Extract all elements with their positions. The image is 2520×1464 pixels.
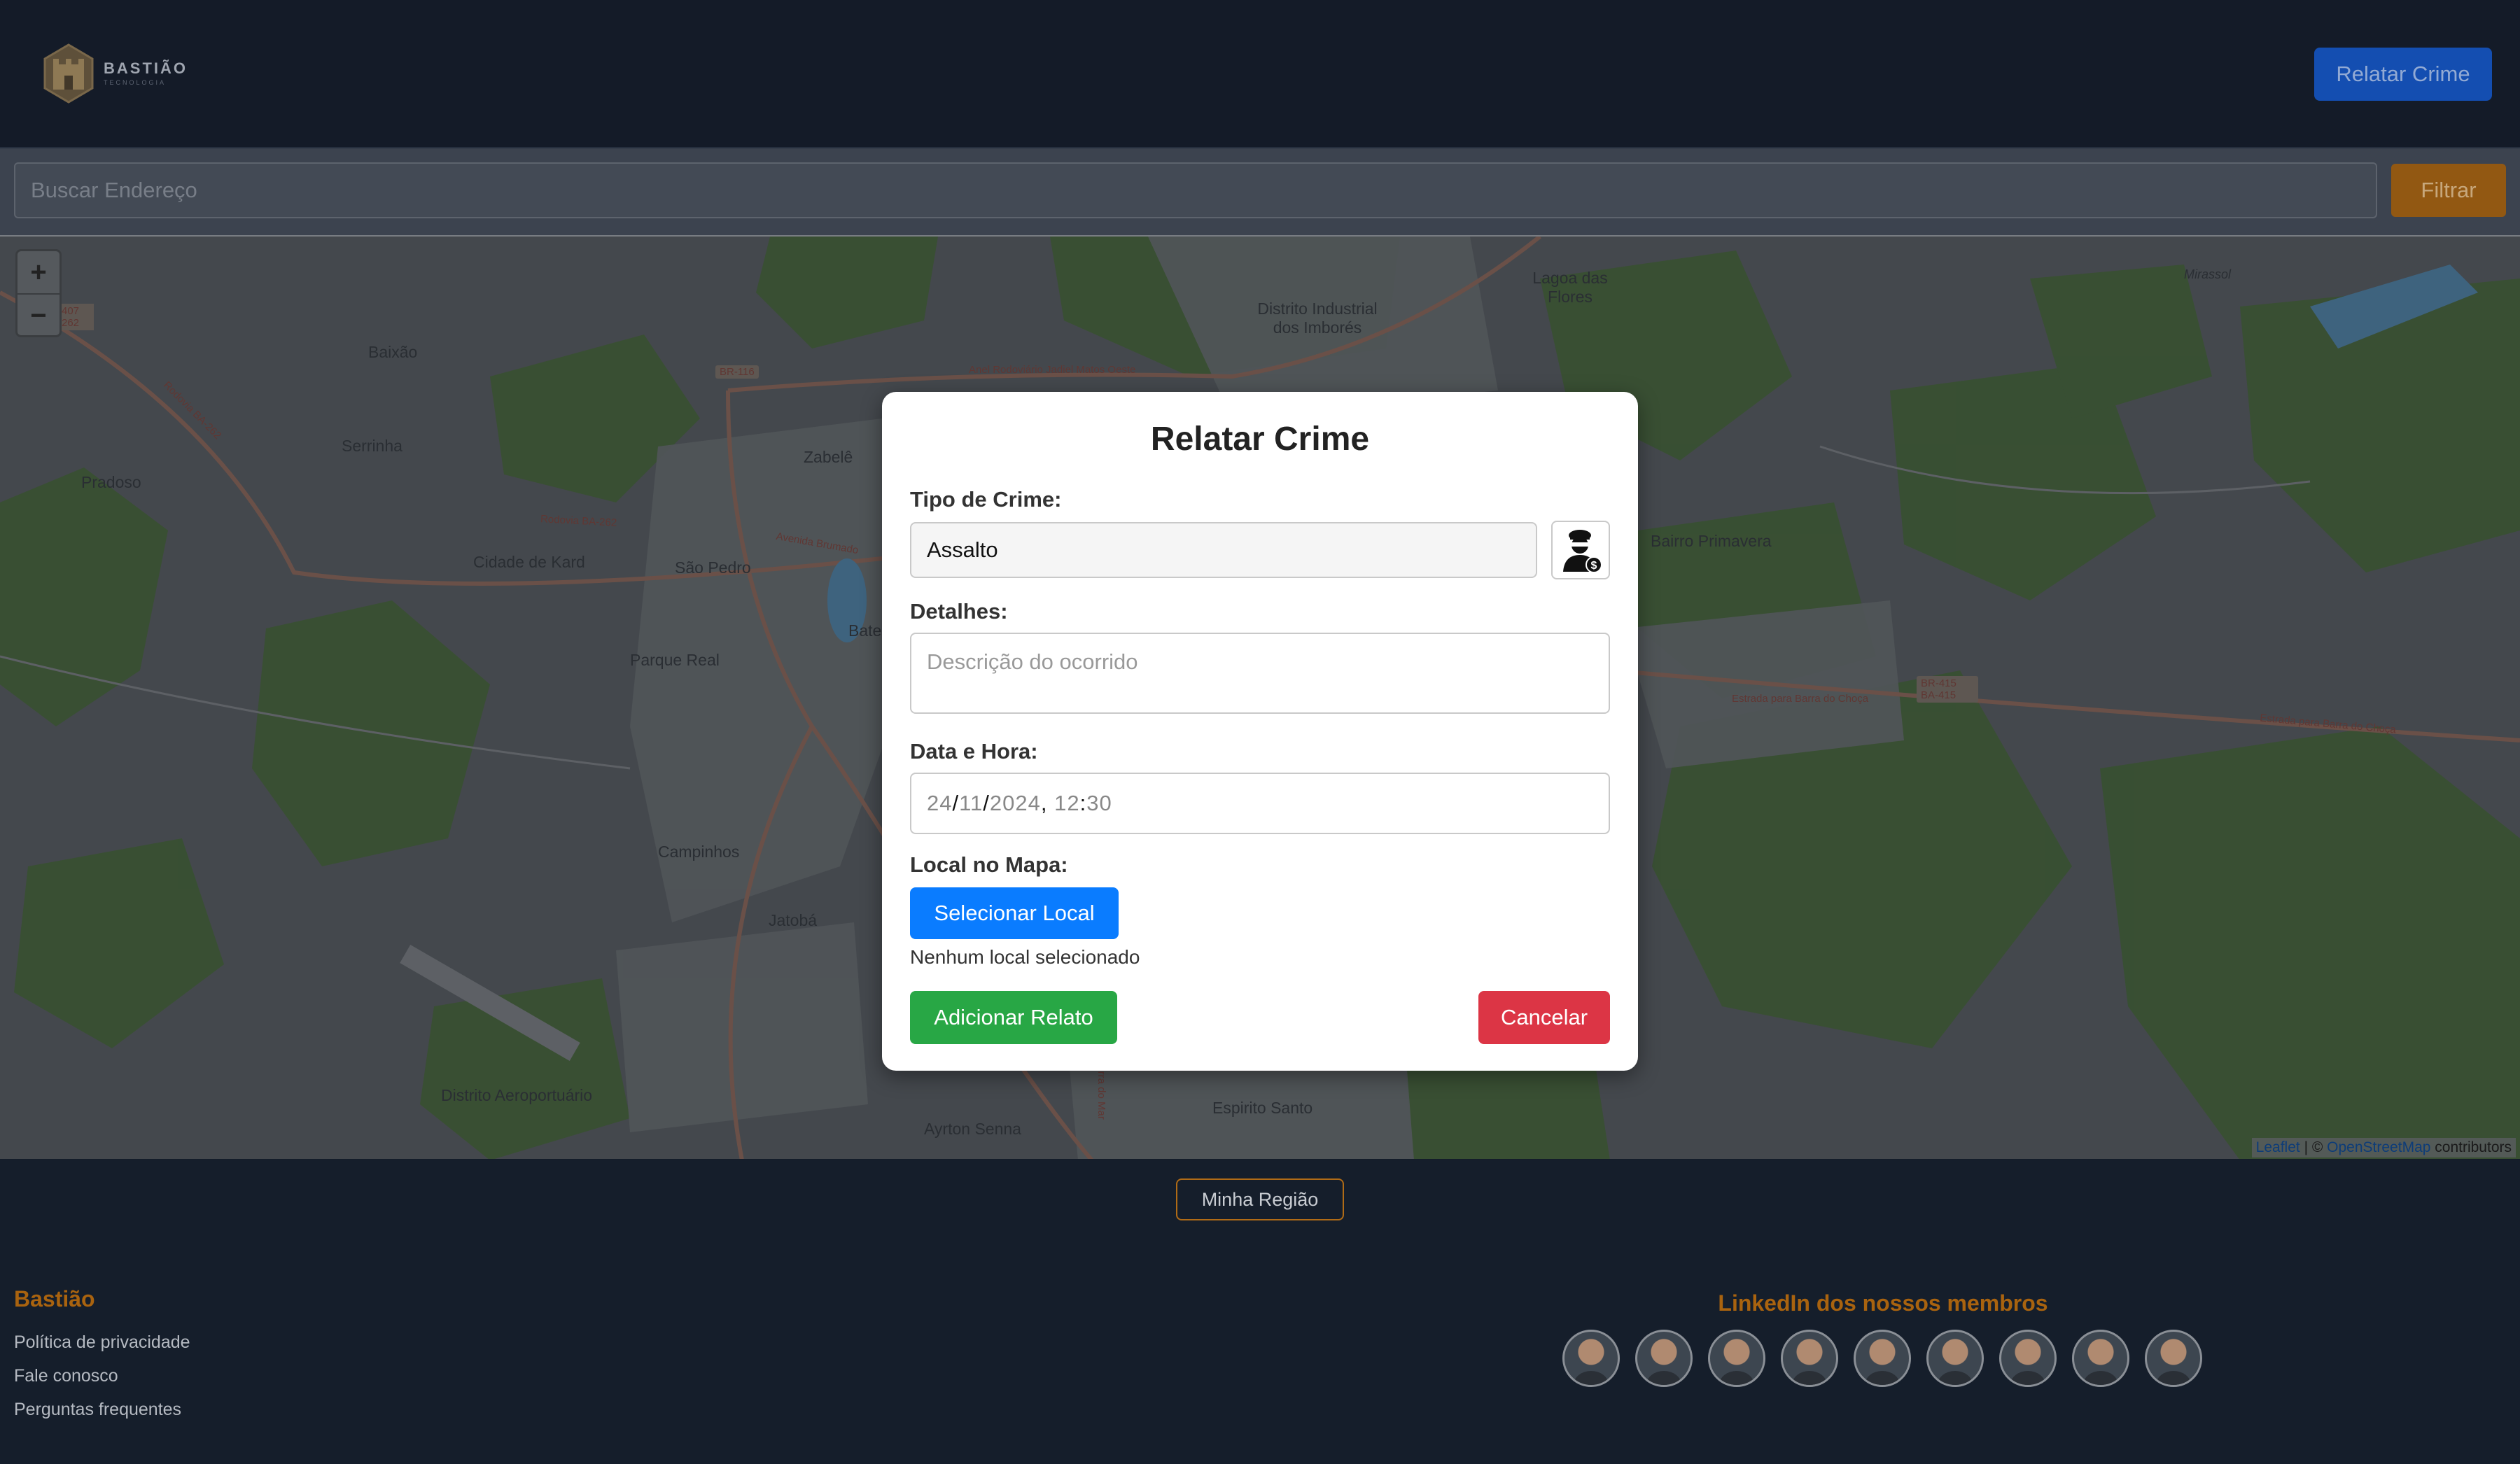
datetime-year: 2024 [989, 791, 1041, 815]
datetime-hour: 12 [1054, 791, 1080, 815]
member-avatar[interactable] [1635, 1330, 1693, 1387]
datetime-minute: 30 [1086, 791, 1112, 815]
modal-title: Relatar Crime [1150, 421, 1370, 458]
location-label: Local no Mapa: [910, 852, 1068, 877]
leaflet-link[interactable]: Leaflet [2256, 1139, 2300, 1155]
member-avatar[interactable] [2072, 1330, 2129, 1387]
osm-link[interactable]: OpenStreetMap [2327, 1139, 2430, 1155]
footer: Minha Região Bastião Política de privaci… [0, 1160, 2520, 1464]
crime-type-select[interactable]: Assalto [910, 522, 1537, 578]
member-avatar[interactable] [2145, 1330, 2202, 1387]
attribution-separator: | © [2300, 1139, 2328, 1155]
member-avatar[interactable] [1926, 1330, 1984, 1387]
my-region-button[interactable]: Minha Região [1176, 1178, 1344, 1220]
zoom-in-button[interactable]: + [18, 251, 59, 293]
details-textarea[interactable]: Descrição do ocorrido [910, 633, 1610, 714]
member-avatar[interactable] [1708, 1330, 1765, 1387]
datetime-day: 24 [927, 791, 953, 815]
member-avatar[interactable] [1854, 1330, 1911, 1387]
footer-brand: Bastião [14, 1286, 95, 1311]
faq-link[interactable]: Perguntas frequentes [14, 1400, 181, 1420]
member-avatar[interactable] [1562, 1330, 1620, 1387]
select-location-button[interactable]: Selecionar Local [910, 887, 1119, 939]
details-label: Detalhes: [910, 599, 1008, 624]
report-crime-modal: Relatar Crime Tipo de Crime: Assalto $ D… [882, 392, 1638, 1071]
datetime-month: 11 [959, 791, 983, 815]
member-avatar[interactable] [1781, 1330, 1838, 1387]
privacy-policy-link[interactable]: Política de privacidade [14, 1332, 190, 1353]
robber-icon: $ [1551, 521, 1610, 579]
attribution-suffix: contributors [2430, 1139, 2512, 1155]
zoom-out-button[interactable]: − [18, 295, 59, 337]
contact-link[interactable]: Fale conosco [14, 1366, 118, 1386]
datetime-label: Data e Hora: [910, 739, 1038, 763]
no-location-text: Nenhum local selecionado [910, 946, 1140, 968]
crime-type-label: Tipo de Crime: [910, 487, 1062, 512]
members-title: LinkedIn dos nossos membros [1718, 1290, 2048, 1316]
cancel-button[interactable]: Cancelar [1478, 991, 1610, 1044]
map-attribution: Leaflet | © OpenStreetMap contributors [2251, 1138, 2516, 1157]
add-report-button[interactable]: Adicionar Relato [910, 991, 1117, 1044]
svg-text:$: $ [1591, 560, 1597, 572]
member-avatar[interactable] [1999, 1330, 2057, 1387]
member-avatars [1562, 1330, 2202, 1387]
datetime-input[interactable]: 24/11/2024, 12:30 [910, 773, 1610, 834]
zoom-control: + − [15, 249, 62, 337]
